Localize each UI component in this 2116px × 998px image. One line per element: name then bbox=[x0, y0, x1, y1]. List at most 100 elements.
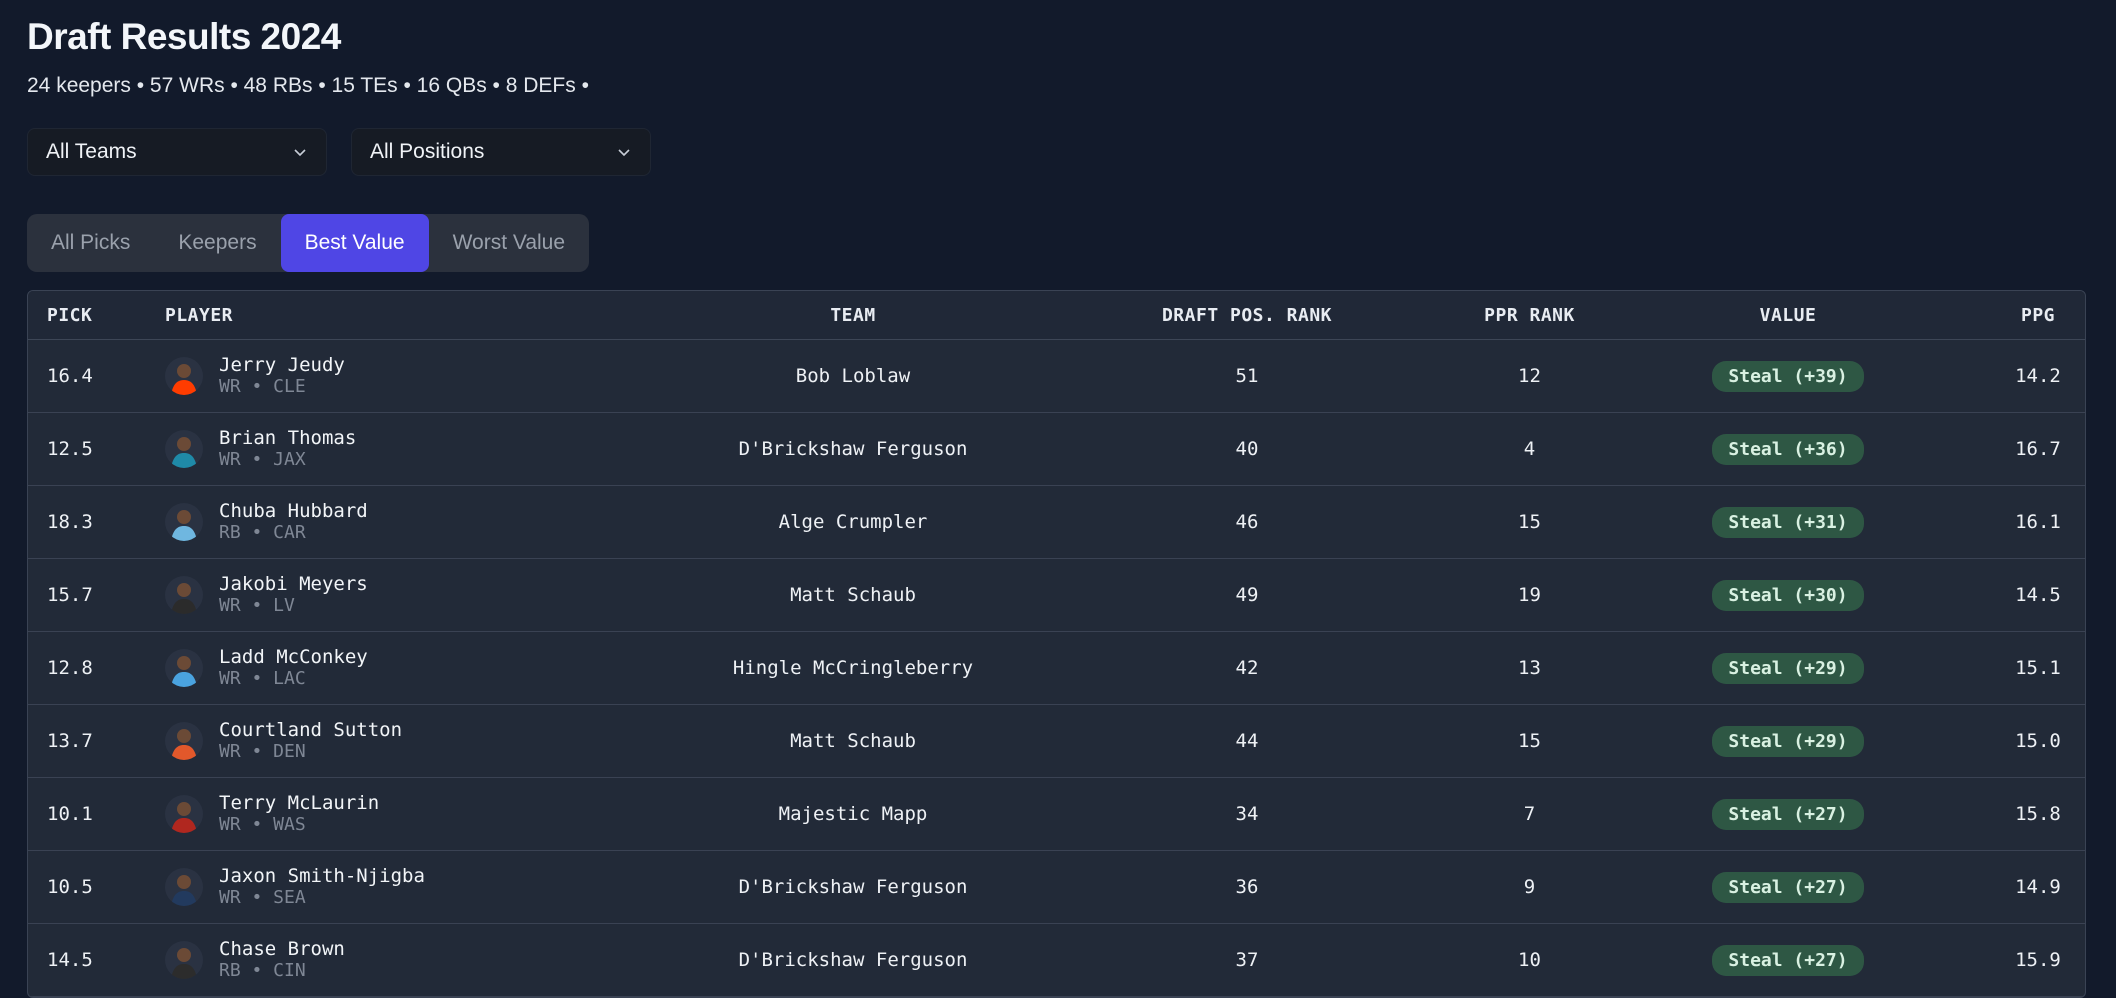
table-row[interactable]: 13.7 Courtland Sutton WR • DEN Matt Scha… bbox=[28, 705, 2085, 778]
table-row[interactable]: 12.8 Ladd McConkey WR • LAC Hingle McCri… bbox=[28, 632, 2085, 705]
value-cell: Steal (+27) bbox=[1583, 798, 1993, 830]
fantasy-team: D'Brickshaw Ferguson bbox=[738, 949, 968, 971]
draft-pos-rank: 34 bbox=[1235, 803, 1259, 825]
ppr-rank: 12 bbox=[1518, 365, 1541, 387]
player-avatar bbox=[165, 649, 203, 687]
tab-worst-value[interactable]: Worst Value bbox=[429, 214, 589, 272]
position-filter-value: All Positions bbox=[370, 140, 485, 163]
value-badge: Steal (+39) bbox=[1712, 360, 1864, 392]
table-row[interactable]: 10.5 Jaxon Smith-Njigba WR • SEA D'Brick… bbox=[28, 851, 2085, 924]
pick-number: 12.8 bbox=[47, 657, 93, 679]
value-cell: Steal (+39) bbox=[1583, 360, 1993, 392]
chevron-down-icon bbox=[294, 149, 306, 157]
ppr-rank: 19 bbox=[1518, 584, 1541, 606]
tab-best-value[interactable]: Best Value bbox=[280, 214, 429, 272]
table-row[interactable]: 10.1 Terry McLaurin WR • WAS Majestic Ma… bbox=[28, 778, 2085, 851]
player-name[interactable]: Chuba Hubbard bbox=[219, 500, 368, 522]
pick-number: 16.4 bbox=[47, 365, 93, 387]
player-cell: Chuba Hubbard RB • CAR bbox=[165, 500, 688, 544]
column-header-ppg[interactable]: PPG bbox=[1993, 305, 2083, 326]
player-info: Courtland Sutton WR • DEN bbox=[219, 719, 402, 763]
value-badge: Steal (+36) bbox=[1712, 433, 1864, 465]
player-avatar bbox=[165, 795, 203, 833]
player-info: Brian Thomas WR • JAX bbox=[219, 427, 356, 471]
draft-pos-rank: 37 bbox=[1235, 949, 1259, 971]
table-body: 16.4 Jerry Jeudy WR • CLE Bob Loblaw 51 … bbox=[28, 340, 2085, 997]
team-filter-value: All Teams bbox=[46, 140, 137, 163]
player-position-team: WR • SEA bbox=[219, 887, 306, 908]
pick-number: 13.7 bbox=[47, 730, 93, 752]
page: Draft Results 2024 24 keepers • 57 WRs •… bbox=[0, 0, 2116, 998]
player-position-team: WR • JAX bbox=[219, 449, 306, 470]
draft-pos-rank: 46 bbox=[1235, 511, 1259, 533]
player-headshot-icon bbox=[171, 656, 197, 687]
position-filter-select[interactable]: All Positions bbox=[351, 128, 651, 176]
draft-pos-rank: 51 bbox=[1235, 365, 1259, 387]
ppr-rank: 15 bbox=[1518, 730, 1541, 752]
player-name[interactable]: Ladd McConkey bbox=[219, 646, 368, 668]
ppr-rank: 9 bbox=[1523, 876, 1536, 898]
player-position-team: WR • CLE bbox=[219, 376, 306, 397]
column-header-team[interactable]: TEAM bbox=[688, 305, 1018, 326]
pick-number: 12.5 bbox=[47, 438, 93, 460]
column-header-pick[interactable]: PICK bbox=[28, 305, 165, 326]
draft-pos-rank: 36 bbox=[1235, 876, 1259, 898]
player-name[interactable]: Courtland Sutton bbox=[219, 719, 402, 741]
draft-pos-rank: 49 bbox=[1235, 584, 1259, 606]
ppr-rank: 13 bbox=[1518, 657, 1541, 679]
pick-number: 14.5 bbox=[47, 949, 93, 971]
player-avatar bbox=[165, 941, 203, 979]
player-name[interactable]: Jakobi Meyers bbox=[219, 573, 368, 595]
player-avatar bbox=[165, 430, 203, 468]
team-filter-select[interactable]: All Teams bbox=[27, 128, 327, 176]
player-info: Jerry Jeudy WR • CLE bbox=[219, 354, 345, 398]
ppg: 14.5 bbox=[2015, 584, 2061, 606]
column-header-value[interactable]: VALUE bbox=[1583, 305, 1993, 326]
ppr-rank: 7 bbox=[1523, 803, 1536, 825]
fantasy-team: Hingle McCringleberry bbox=[732, 657, 974, 679]
table-header: PICK PLAYER TEAM DRAFT POS. RANK PPR RAN… bbox=[28, 291, 2085, 340]
fantasy-team: D'Brickshaw Ferguson bbox=[738, 876, 968, 898]
table-row[interactable]: 18.3 Chuba Hubbard RB • CAR Alge Crumple… bbox=[28, 486, 2085, 559]
player-name[interactable]: Terry McLaurin bbox=[219, 792, 379, 814]
player-position-team: WR • LV bbox=[219, 595, 295, 616]
player-name[interactable]: Chase Brown bbox=[219, 938, 345, 960]
player-headshot-icon bbox=[171, 875, 197, 906]
player-cell: Jaxon Smith-Njigba WR • SEA bbox=[165, 865, 688, 909]
value-badge: Steal (+31) bbox=[1712, 506, 1864, 538]
player-name[interactable]: Brian Thomas bbox=[219, 427, 356, 449]
fantasy-team: Matt Schaub bbox=[790, 584, 916, 606]
table-row[interactable]: 15.7 Jakobi Meyers WR • LV Matt Schaub 4… bbox=[28, 559, 2085, 632]
filter-bar: All Teams All Positions bbox=[27, 128, 2089, 176]
value-badge: Steal (+27) bbox=[1712, 944, 1864, 976]
fantasy-team: D'Brickshaw Ferguson bbox=[738, 438, 968, 460]
player-name[interactable]: Jerry Jeudy bbox=[219, 354, 345, 376]
pick-number: 10.5 bbox=[47, 876, 93, 898]
value-badge: Steal (+27) bbox=[1712, 871, 1864, 903]
player-position-team: WR • WAS bbox=[219, 814, 306, 835]
table-row[interactable]: 12.5 Brian Thomas WR • JAX D'Brickshaw F… bbox=[28, 413, 2085, 486]
player-cell: Brian Thomas WR • JAX bbox=[165, 427, 688, 471]
value-cell: Steal (+27) bbox=[1583, 944, 1993, 976]
ppg: 15.0 bbox=[2015, 730, 2061, 752]
ppg: 14.9 bbox=[2015, 876, 2061, 898]
player-avatar bbox=[165, 722, 203, 760]
ppr-rank: 4 bbox=[1523, 438, 1536, 460]
tab-all-picks[interactable]: All Picks bbox=[27, 214, 154, 272]
tab-keepers[interactable]: Keepers bbox=[154, 214, 280, 272]
ppg: 15.9 bbox=[2015, 949, 2061, 971]
player-avatar bbox=[165, 357, 203, 395]
table-row[interactable]: 16.4 Jerry Jeudy WR • CLE Bob Loblaw 51 … bbox=[28, 340, 2085, 413]
column-header-ppr-rank[interactable]: PPR RANK bbox=[1476, 305, 1583, 326]
player-name[interactable]: Jaxon Smith-Njigba bbox=[219, 865, 425, 887]
player-position-team: WR • DEN bbox=[219, 741, 306, 762]
value-badge: Steal (+27) bbox=[1712, 798, 1864, 830]
ppg: 16.7 bbox=[2015, 438, 2061, 460]
column-header-draft-rank[interactable]: DRAFT POS. RANK bbox=[1018, 305, 1476, 326]
value-badge: Steal (+29) bbox=[1712, 652, 1864, 684]
table-row[interactable]: 14.5 Chase Brown RB • CIN D'Brickshaw Fe… bbox=[28, 924, 2085, 997]
value-badge: Steal (+30) bbox=[1712, 579, 1864, 611]
column-header-player[interactable]: PLAYER bbox=[165, 305, 688, 326]
player-headshot-icon bbox=[171, 510, 197, 541]
player-cell: Chase Brown RB • CIN bbox=[165, 938, 688, 982]
